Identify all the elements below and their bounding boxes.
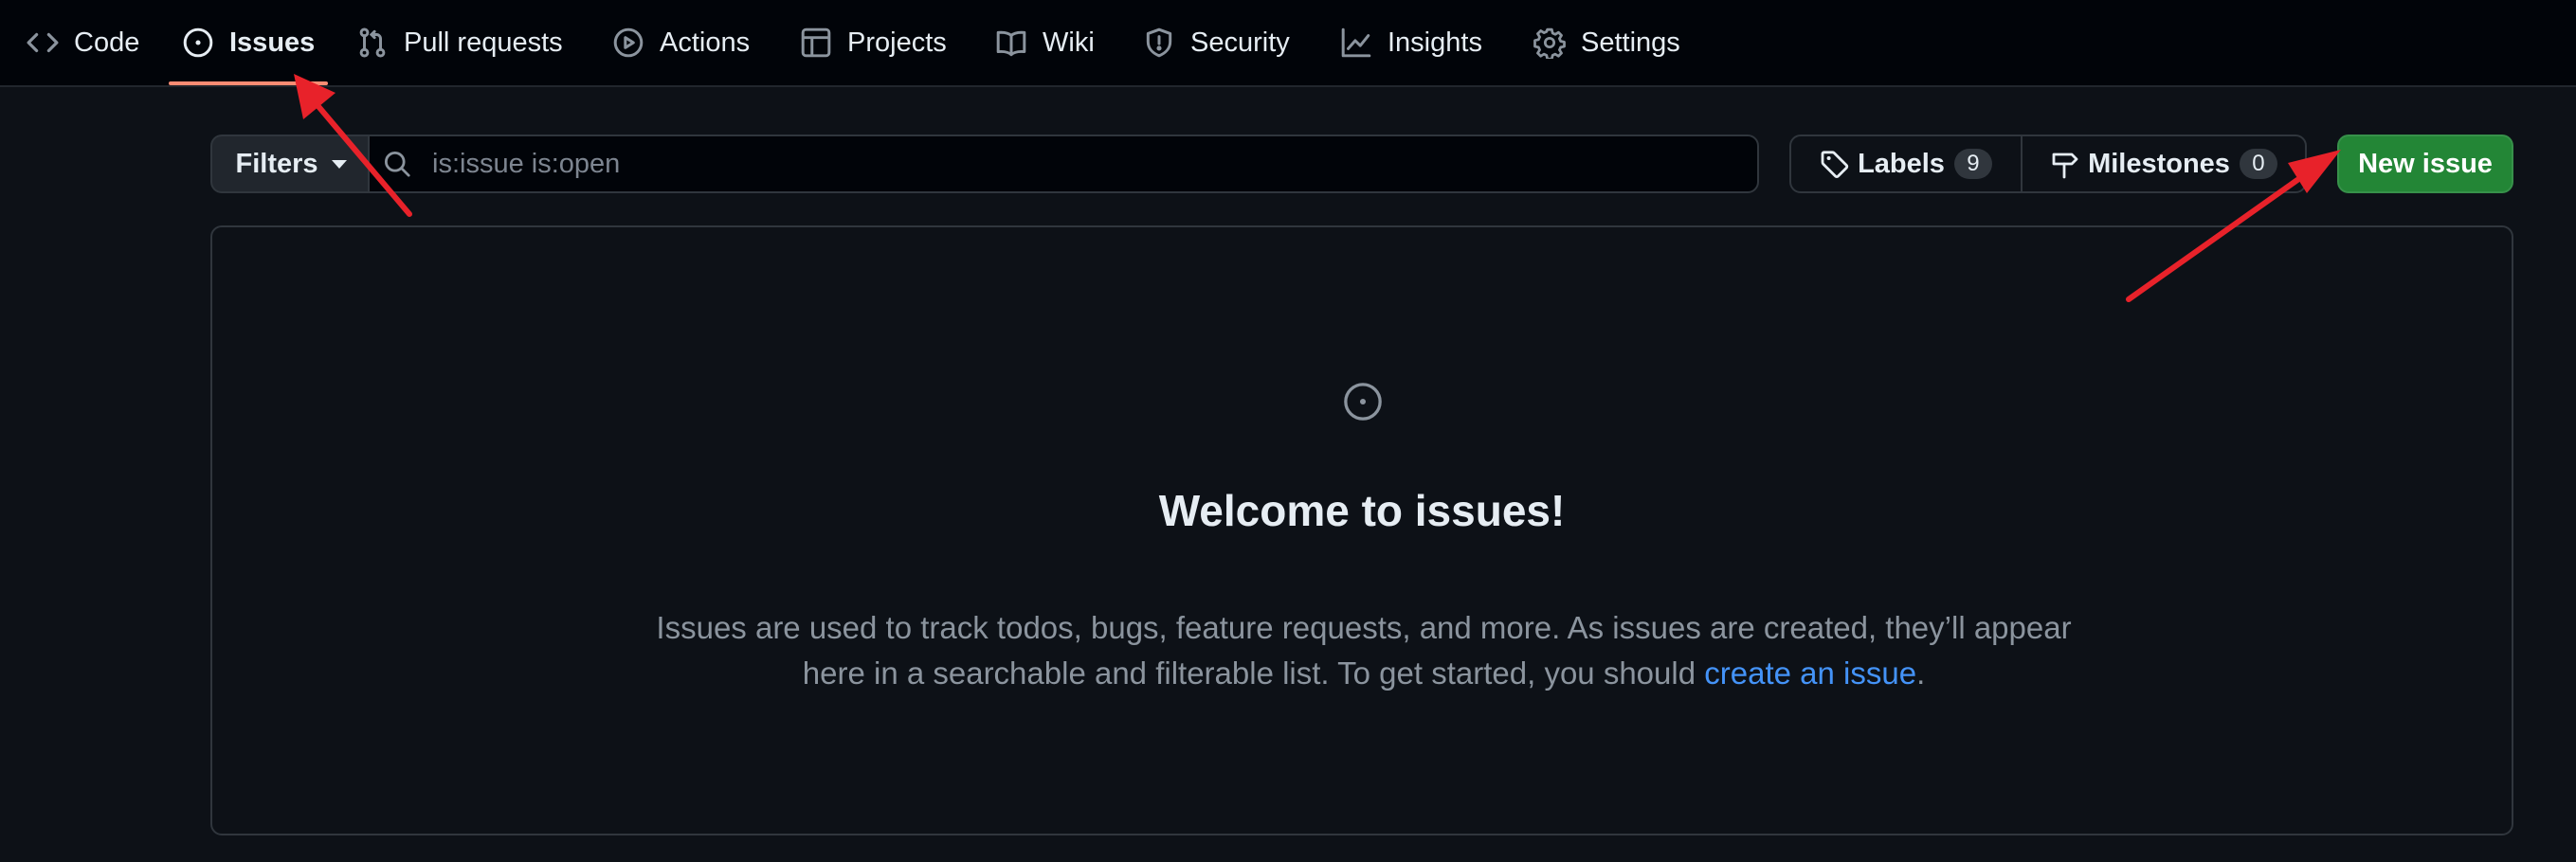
tab-settings-label: Settings bbox=[1581, 27, 1680, 58]
git-pull-request-icon bbox=[359, 27, 386, 58]
tab-security-label: Security bbox=[1190, 27, 1290, 58]
blankslate-description: Issues are used to track todos, bugs, fe… bbox=[629, 605, 2098, 696]
tab-wiki-label: Wiki bbox=[1043, 27, 1095, 58]
tab-settings[interactable]: Settings bbox=[1533, 0, 1680, 85]
tab-projects-label: Projects bbox=[847, 27, 947, 58]
tab-actions[interactable]: Actions bbox=[612, 0, 750, 85]
issue-search bbox=[368, 135, 1759, 193]
labels-milestones-group: Labels 9 Milestones 0 bbox=[1789, 135, 2307, 193]
tab-projects[interactable]: Projects bbox=[800, 0, 947, 85]
table-icon bbox=[801, 27, 831, 58]
tab-issues-label: Issues bbox=[229, 27, 316, 58]
filters-label: Filters bbox=[235, 148, 318, 179]
play-icon bbox=[613, 27, 644, 58]
tab-code[interactable]: Code bbox=[27, 0, 139, 85]
shield-icon bbox=[1146, 27, 1172, 58]
search-input[interactable] bbox=[430, 147, 1723, 181]
tab-insights[interactable]: Insights bbox=[1340, 0, 1482, 85]
selected-tab-underline bbox=[169, 81, 328, 85]
tag-icon bbox=[1821, 151, 1849, 178]
issues-blankslate: Welcome to issues! Issues are used to tr… bbox=[210, 225, 2513, 835]
filters-button[interactable]: Filters bbox=[210, 135, 370, 193]
tab-issues[interactable]: Issues bbox=[182, 0, 315, 85]
tab-insights-label: Insights bbox=[1388, 27, 1482, 58]
search-icon bbox=[384, 151, 410, 177]
milestones-label: Milestones bbox=[2088, 148, 2230, 179]
tab-code-label: Code bbox=[74, 27, 140, 58]
tab-security[interactable]: Security bbox=[1143, 0, 1290, 85]
milestones-count-badge: 0 bbox=[2239, 149, 2277, 179]
tab-pull-requests[interactable]: Pull requests bbox=[356, 0, 563, 85]
new-issue-button[interactable]: New issue bbox=[2337, 135, 2513, 193]
issue-opened-icon bbox=[1344, 383, 1382, 421]
tab-actions-label: Actions bbox=[660, 27, 751, 58]
code-icon bbox=[27, 32, 59, 53]
milestones-button[interactable]: Milestones 0 bbox=[2023, 136, 2305, 191]
tab-wiki[interactable]: Wiki bbox=[995, 0, 1095, 85]
create-issue-link[interactable]: create an issue bbox=[1704, 655, 1916, 691]
book-icon bbox=[996, 30, 1026, 57]
gear-icon bbox=[1533, 27, 1566, 59]
triangle-down-icon bbox=[331, 159, 347, 169]
issue-opened-icon bbox=[183, 27, 213, 58]
repo-nav: Code Issues Pull requests Actions Projec… bbox=[0, 0, 2576, 87]
labels-label: Labels bbox=[1858, 148, 1945, 179]
blankslate-description-end: . bbox=[1916, 655, 1926, 691]
blankslate-title: Welcome to issues! bbox=[1158, 486, 1566, 535]
milestone-icon bbox=[2052, 153, 2078, 179]
labels-button[interactable]: Labels 9 bbox=[1791, 136, 2023, 191]
graph-icon bbox=[1341, 27, 1371, 58]
tab-pull-requests-label: Pull requests bbox=[404, 27, 563, 58]
labels-count-badge: 9 bbox=[1953, 149, 1992, 179]
